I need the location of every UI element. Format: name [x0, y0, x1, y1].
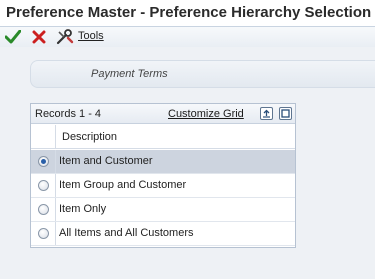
table-row[interactable]: Item Only [31, 198, 295, 222]
table-row[interactable]: Item and Customer [31, 150, 295, 174]
row-radio[interactable] [38, 228, 49, 239]
row-radio[interactable] [38, 204, 49, 215]
payment-terms-band: Payment Terms [30, 60, 375, 88]
table-row[interactable]: All Items and All Customers [31, 222, 295, 246]
column-header-description[interactable]: Description [62, 131, 117, 143]
row-radio[interactable] [38, 180, 49, 191]
maximize-icon[interactable] [279, 107, 292, 120]
hierarchy-grid: Records 1 - 4 Customize Grid Description… [30, 103, 296, 248]
row-description: Item and Customer [59, 155, 153, 167]
x-icon[interactable] [30, 28, 48, 46]
column-header-row: Description [31, 125, 295, 149]
checkmark-icon[interactable] [4, 28, 22, 46]
tools-menu-label[interactable]: Tools [78, 30, 104, 42]
toolbar: Tools [0, 27, 375, 47]
row-description: All Items and All Customers [59, 227, 194, 239]
payment-terms-label: Payment Terms [91, 68, 168, 80]
row-radio[interactable] [38, 156, 49, 167]
window-title: Preference Master - Preference Hierarchy… [6, 4, 372, 21]
customize-grid-link[interactable]: Customize Grid [168, 108, 244, 120]
export-icon[interactable] [260, 107, 273, 120]
select-column-header [31, 125, 56, 149]
row-select-cell [31, 198, 56, 221]
title-bar: Preference Master - Preference Hierarchy… [0, 0, 375, 27]
table-row[interactable]: Item Group and Customer [31, 174, 295, 198]
tools-icon[interactable] [56, 28, 74, 46]
grid-header: Records 1 - 4 Customize Grid [31, 104, 295, 124]
records-count: Records 1 - 4 [35, 108, 102, 120]
row-select-cell [31, 174, 56, 197]
row-description: Item Group and Customer [59, 179, 187, 191]
row-description: Item Only [59, 203, 107, 215]
row-select-cell [31, 150, 56, 173]
row-select-cell [31, 222, 56, 245]
